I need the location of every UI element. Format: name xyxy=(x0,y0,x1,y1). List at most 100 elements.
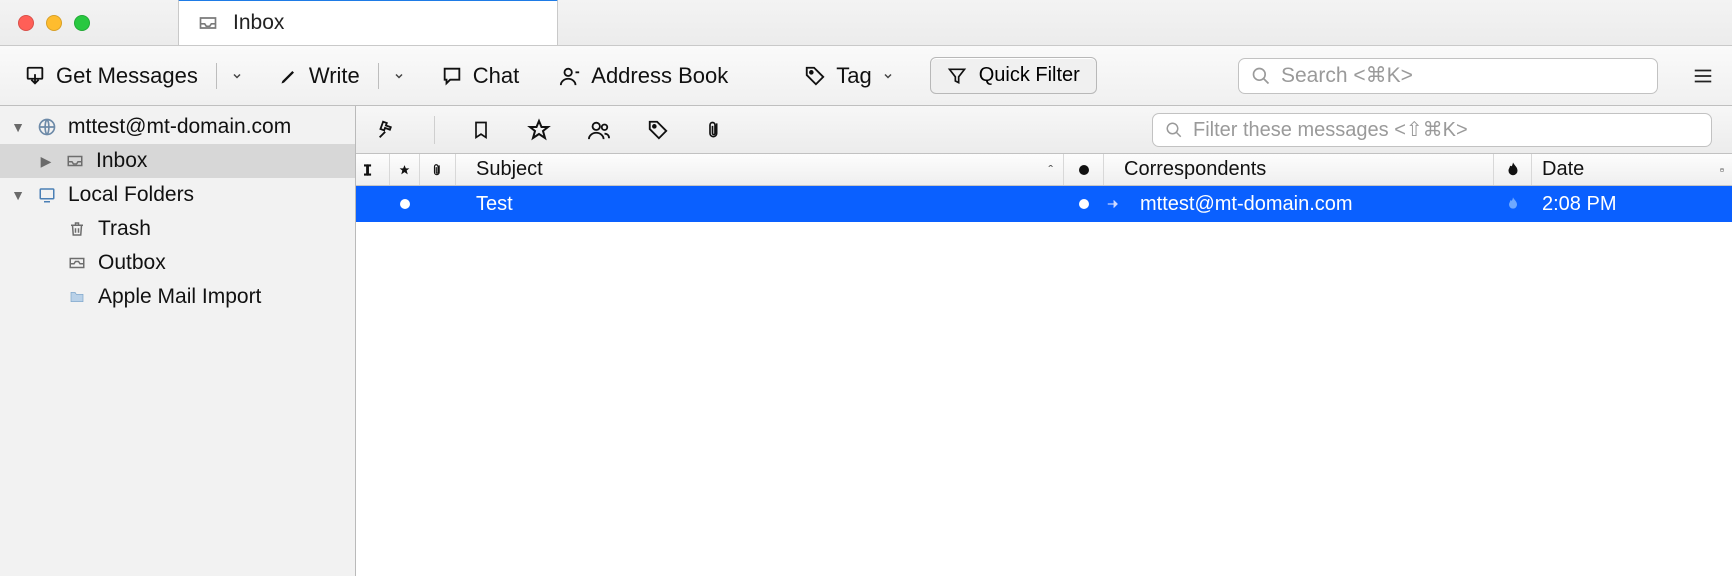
outbox-label: Outbox xyxy=(98,251,166,275)
filter-placeholder: Filter these messages <⇧⌘K> xyxy=(1193,117,1468,142)
pencil-icon xyxy=(279,66,299,86)
funnel-icon xyxy=(947,66,967,86)
column-thread[interactable] xyxy=(356,154,390,185)
window-controls xyxy=(0,15,90,45)
tag-button[interactable]: Tag xyxy=(794,59,903,93)
cell-correspondent: mttest@mt-domain.com xyxy=(1104,193,1494,216)
folder-outbox[interactable]: Outbox xyxy=(0,246,355,280)
zoom-window-button[interactable] xyxy=(74,15,90,31)
chevron-down-icon xyxy=(882,70,894,82)
cell-subject: Test xyxy=(456,193,1064,216)
tag-label: Tag xyxy=(836,63,871,89)
search-placeholder: Search <⌘K> xyxy=(1281,63,1413,88)
message-list: Test mttest@mt-domain.com 2:08 PM xyxy=(356,186,1732,576)
bookmark-icon[interactable] xyxy=(471,119,491,141)
attachment-column-icon xyxy=(431,160,445,180)
attachment-icon[interactable] xyxy=(705,118,725,142)
close-window-button[interactable] xyxy=(18,15,34,31)
message-pane: Filter these messages <⇧⌘K> Subject ˆ Co xyxy=(356,106,1732,576)
column-correspondents[interactable]: Correspondents xyxy=(1104,154,1494,185)
chat-icon xyxy=(441,65,463,87)
get-messages-button[interactable]: Get Messages xyxy=(14,59,208,93)
column-picker-icon xyxy=(1720,163,1724,177)
contacts-icon[interactable] xyxy=(587,119,611,141)
tag-icon xyxy=(804,65,826,87)
folder-inbox[interactable]: ▶ Inbox xyxy=(0,144,355,178)
disclosure-open-icon: ▼ xyxy=(10,187,26,203)
read-status-icon xyxy=(1079,165,1089,175)
local-folders-label: Local Folders xyxy=(68,183,194,207)
disclosure-open-icon: ▼ xyxy=(10,119,26,135)
outbox-icon xyxy=(66,254,88,272)
message-subject: Test xyxy=(476,193,513,216)
sort-ascending-icon: ˆ xyxy=(1048,162,1053,178)
separator xyxy=(216,63,217,89)
column-attachment[interactable] xyxy=(420,154,456,185)
download-icon xyxy=(24,65,46,87)
cell-junk[interactable] xyxy=(1494,195,1532,213)
computer-icon xyxy=(36,186,58,204)
trash-icon xyxy=(66,219,88,239)
message-date: 2:08 PM xyxy=(1542,193,1616,216)
app-menu-button[interactable] xyxy=(1692,65,1714,87)
column-read[interactable] xyxy=(1064,154,1104,185)
apple-import-label: Apple Mail Import xyxy=(98,285,261,309)
correspondents-header-label: Correspondents xyxy=(1124,158,1266,181)
write-button[interactable]: Write xyxy=(269,59,370,93)
inbox-label: Inbox xyxy=(96,149,147,173)
column-date[interactable]: Date xyxy=(1532,154,1712,185)
search-icon xyxy=(1165,121,1183,139)
star-icon[interactable] xyxy=(527,118,551,142)
folder-icon xyxy=(66,289,88,305)
global-search-input[interactable]: Search <⌘K> xyxy=(1238,58,1658,94)
person-icon xyxy=(559,65,581,87)
date-header-label: Date xyxy=(1542,158,1584,181)
local-folders-row[interactable]: ▼ Local Folders xyxy=(0,178,355,212)
quick-filter-label: Quick Filter xyxy=(979,64,1080,87)
separator xyxy=(434,116,435,144)
get-messages-label: Get Messages xyxy=(56,63,198,89)
pin-icon[interactable] xyxy=(376,119,398,141)
cell-date: 2:08 PM xyxy=(1532,193,1712,216)
column-subject[interactable]: Subject ˆ xyxy=(456,154,1064,185)
column-junk[interactable] xyxy=(1494,154,1532,185)
cell-star[interactable] xyxy=(390,199,420,209)
chat-label: Chat xyxy=(473,63,519,89)
trash-label: Trash xyxy=(98,217,151,241)
account-row[interactable]: ▼ mttest@mt-domain.com xyxy=(0,110,355,144)
tab-inbox[interactable]: Inbox xyxy=(178,0,558,45)
subject-header-label: Subject xyxy=(476,158,543,181)
star-column-icon xyxy=(398,162,411,178)
column-starred[interactable] xyxy=(390,154,420,185)
message-correspondent: mttest@mt-domain.com xyxy=(1140,193,1353,216)
folder-apple-mail-import[interactable]: Apple Mail Import xyxy=(0,280,355,314)
minimize-window-button[interactable] xyxy=(46,15,62,31)
inbox-icon xyxy=(64,152,86,170)
quick-filter-bar: Filter these messages <⇧⌘K> xyxy=(356,106,1732,154)
arrow-right-icon xyxy=(1104,197,1122,211)
column-picker[interactable] xyxy=(1712,154,1732,185)
flame-icon xyxy=(1505,195,1521,213)
body: ▼ mttest@mt-domain.com ▶ Inbox ▼ Local F… xyxy=(0,106,1732,576)
column-header-row: Subject ˆ Correspondents Date xyxy=(356,154,1732,186)
globe-lock-icon xyxy=(36,117,58,137)
address-book-button[interactable]: Address Book xyxy=(549,59,738,93)
quick-filter-button[interactable]: Quick Filter xyxy=(930,57,1097,94)
chat-button[interactable]: Chat xyxy=(431,59,529,93)
unread-dot-icon xyxy=(1079,199,1089,209)
disclosure-closed-icon: ▶ xyxy=(38,153,54,170)
flame-icon xyxy=(1504,160,1522,180)
separator xyxy=(378,63,379,89)
cell-read[interactable] xyxy=(1064,199,1104,209)
thread-icon xyxy=(364,161,381,179)
get-messages-dropdown[interactable] xyxy=(225,70,249,82)
folder-trash[interactable]: Trash xyxy=(0,212,355,246)
tab-title: Inbox xyxy=(233,11,284,35)
main-toolbar: Get Messages Write Chat Address Book Tag xyxy=(0,46,1732,106)
account-label: mttest@mt-domain.com xyxy=(68,115,291,139)
write-dropdown[interactable] xyxy=(387,70,411,82)
unread-dot-icon xyxy=(400,199,410,209)
tag-filter-icon[interactable] xyxy=(647,119,669,141)
filter-messages-input[interactable]: Filter these messages <⇧⌘K> xyxy=(1152,113,1712,147)
message-row[interactable]: Test mttest@mt-domain.com 2:08 PM xyxy=(356,186,1732,222)
